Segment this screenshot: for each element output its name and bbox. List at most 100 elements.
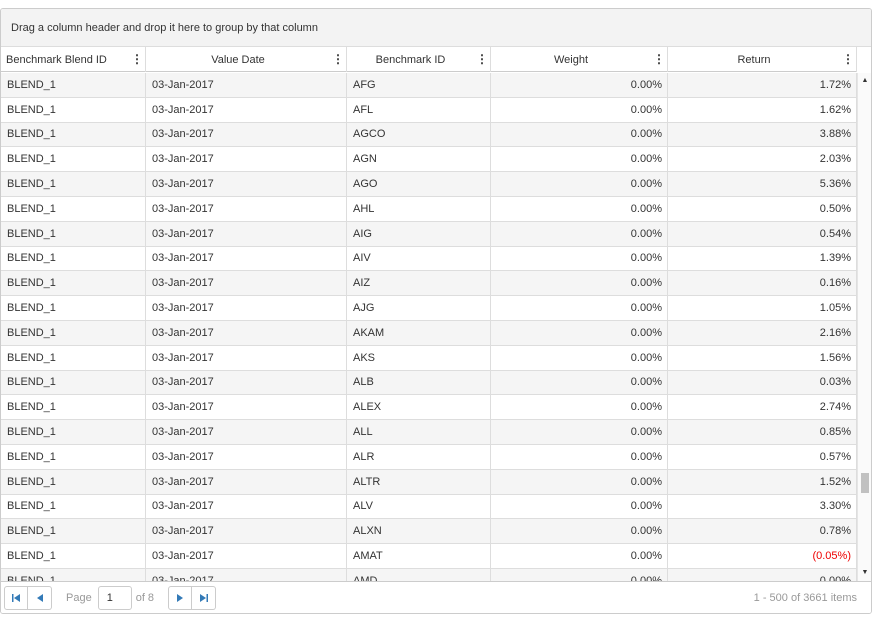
table-row[interactable]: BLEND_1 03-Jan-2017 AMAT 0.00% (0.05%) xyxy=(1,544,857,569)
column-header-value-date[interactable]: Value Date ⋮ xyxy=(146,47,347,72)
scroll-up-arrow-icon[interactable]: ▲ xyxy=(858,75,871,87)
next-page-button[interactable] xyxy=(168,586,193,610)
cell-weight: 0.00% xyxy=(491,469,668,494)
cell-value-date: 03-Jan-2017 xyxy=(146,345,347,370)
column-header-label: Weight xyxy=(553,53,589,66)
cell-value-date: 03-Jan-2017 xyxy=(146,147,347,172)
cell-benchmark-blend-id: BLEND_1 xyxy=(1,271,146,296)
cell-weight: 0.00% xyxy=(491,172,668,196)
cell-benchmark-blend-id: BLEND_1 xyxy=(1,469,146,494)
table-row[interactable]: BLEND_1 03-Jan-2017 AJG 0.00% 1.05% xyxy=(1,296,857,321)
column-menu-icon[interactable]: ⋮ xyxy=(651,47,667,72)
cell-return: 1.52% xyxy=(668,469,857,494)
cell-benchmark-id: AIV xyxy=(347,246,491,271)
cell-weight: 0.00% xyxy=(491,544,668,568)
cell-benchmark-id: AJG xyxy=(347,296,491,320)
table-row[interactable]: BLEND_1 03-Jan-2017 ALR 0.00% 0.57% xyxy=(1,444,857,470)
cell-value-date: 03-Jan-2017 xyxy=(146,568,347,581)
next-page-icon xyxy=(177,594,184,602)
cell-weight: 0.00% xyxy=(491,345,668,370)
grid-header: Benchmark Blend ID ⋮ Value Date ⋮ Benchm… xyxy=(1,47,857,72)
cell-return: 5.36% xyxy=(668,172,857,196)
column-header-return[interactable]: Return ⋮ xyxy=(668,47,857,72)
table-row[interactable]: BLEND_1 03-Jan-2017 AGN 0.00% 2.03% xyxy=(1,147,857,173)
cell-weight: 0.00% xyxy=(491,420,668,444)
cell-value-date: 03-Jan-2017 xyxy=(146,73,347,97)
table-row[interactable]: BLEND_1 03-Jan-2017 ALEX 0.00% 2.74% xyxy=(1,395,857,421)
cell-weight: 0.00% xyxy=(491,147,668,172)
cell-benchmark-blend-id: BLEND_1 xyxy=(1,494,146,519)
cell-return: 3.30% xyxy=(668,494,857,519)
cell-benchmark-id: ALTR xyxy=(347,469,491,494)
table-row[interactable]: BLEND_1 03-Jan-2017 AIG 0.00% 0.54% xyxy=(1,221,857,247)
table-row[interactable]: BLEND_1 03-Jan-2017 ALTR 0.00% 1.52% xyxy=(1,469,857,495)
cell-benchmark-blend-id: BLEND_1 xyxy=(1,296,146,320)
cell-benchmark-blend-id: BLEND_1 xyxy=(1,370,146,395)
scrollbar-thumb[interactable] xyxy=(861,473,869,493)
table-row[interactable]: BLEND_1 03-Jan-2017 AGCO 0.00% 3.88% xyxy=(1,122,857,148)
table-row[interactable]: BLEND_1 03-Jan-2017 AMD 0.00% 0.00% xyxy=(1,568,857,581)
last-page-icon xyxy=(199,594,208,602)
page-number-input[interactable] xyxy=(97,586,132,610)
cell-benchmark-id: ALV xyxy=(347,494,491,519)
cell-benchmark-id: ALEX xyxy=(347,395,491,420)
vertical-scrollbar[interactable]: ▲ ▼ xyxy=(857,73,871,581)
table-row[interactable]: BLEND_1 03-Jan-2017 AFG 0.00% 1.72% xyxy=(1,73,857,98)
group-drop-area[interactable]: Drag a column header and drop it here to… xyxy=(1,9,871,47)
scroll-down-arrow-icon[interactable]: ▼ xyxy=(858,567,871,579)
cell-benchmark-id: ALL xyxy=(347,420,491,444)
cell-return: 0.16% xyxy=(668,271,857,296)
column-menu-icon[interactable]: ⋮ xyxy=(474,47,490,72)
table-row[interactable]: BLEND_1 03-Jan-2017 AKAM 0.00% 2.16% xyxy=(1,320,857,346)
cell-return: 0.78% xyxy=(668,519,857,544)
cell-value-date: 03-Jan-2017 xyxy=(146,97,347,122)
cell-return: 1.72% xyxy=(668,73,857,97)
cell-value-date: 03-Jan-2017 xyxy=(146,494,347,519)
table-row[interactable]: BLEND_1 03-Jan-2017 ALXN 0.00% 0.78% xyxy=(1,519,857,545)
cell-benchmark-id: AGN xyxy=(347,147,491,172)
cell-benchmark-id: AFG xyxy=(347,73,491,97)
column-menu-icon[interactable]: ⋮ xyxy=(330,47,346,72)
cell-weight: 0.00% xyxy=(491,73,668,97)
cell-benchmark-id: AKS xyxy=(347,345,491,370)
cell-value-date: 03-Jan-2017 xyxy=(146,172,347,196)
column-header-benchmark-blend-id[interactable]: Benchmark Blend ID ⋮ xyxy=(1,47,146,72)
first-page-button[interactable] xyxy=(4,586,28,610)
cell-value-date: 03-Jan-2017 xyxy=(146,122,347,147)
cell-benchmark-blend-id: BLEND_1 xyxy=(1,544,146,568)
cell-value-date: 03-Jan-2017 xyxy=(146,196,347,221)
table-row[interactable]: BLEND_1 03-Jan-2017 AIV 0.00% 1.39% xyxy=(1,246,857,272)
column-header-benchmark-id[interactable]: Benchmark ID ⋮ xyxy=(347,47,491,72)
cell-weight: 0.00% xyxy=(491,122,668,147)
table-row[interactable]: BLEND_1 03-Jan-2017 AFL 0.00% 1.62% xyxy=(1,97,857,123)
table-row[interactable]: BLEND_1 03-Jan-2017 ALV 0.00% 3.30% xyxy=(1,494,857,520)
cell-weight: 0.00% xyxy=(491,196,668,221)
cell-return: 0.85% xyxy=(668,420,857,444)
cell-return: 2.16% xyxy=(668,320,857,345)
cell-benchmark-blend-id: BLEND_1 xyxy=(1,246,146,271)
column-menu-icon[interactable]: ⋮ xyxy=(840,47,856,72)
column-menu-icon[interactable]: ⋮ xyxy=(129,47,145,72)
cell-benchmark-id: ALR xyxy=(347,444,491,469)
cell-weight: 0.00% xyxy=(491,296,668,320)
cell-value-date: 03-Jan-2017 xyxy=(146,296,347,320)
cell-weight: 0.00% xyxy=(491,320,668,345)
cell-return: 0.03% xyxy=(668,370,857,395)
group-hint: Drag a column header and drop it here to… xyxy=(11,21,318,34)
table-row[interactable]: BLEND_1 03-Jan-2017 AKS 0.00% 1.56% xyxy=(1,345,857,371)
table-row[interactable]: BLEND_1 03-Jan-2017 ALL 0.00% 0.85% xyxy=(1,420,857,445)
table-row[interactable]: BLEND_1 03-Jan-2017 AHL 0.00% 0.50% xyxy=(1,196,857,222)
table-row[interactable]: BLEND_1 03-Jan-2017 ALB 0.00% 0.03% xyxy=(1,370,857,396)
cell-benchmark-blend-id: BLEND_1 xyxy=(1,345,146,370)
table-row[interactable]: BLEND_1 03-Jan-2017 AGO 0.00% 5.36% xyxy=(1,172,857,197)
cell-benchmark-blend-id: BLEND_1 xyxy=(1,320,146,345)
cell-return: 0.57% xyxy=(668,444,857,469)
pager-forward-group xyxy=(168,586,217,610)
cell-value-date: 03-Jan-2017 xyxy=(146,271,347,296)
last-page-button[interactable] xyxy=(192,586,217,610)
previous-page-button[interactable] xyxy=(28,586,52,610)
table-row[interactable]: BLEND_1 03-Jan-2017 AIZ 0.00% 0.16% xyxy=(1,271,857,297)
cell-weight: 0.00% xyxy=(491,494,668,519)
column-header-weight[interactable]: Weight ⋮ xyxy=(491,47,668,72)
cell-weight: 0.00% xyxy=(491,221,668,246)
